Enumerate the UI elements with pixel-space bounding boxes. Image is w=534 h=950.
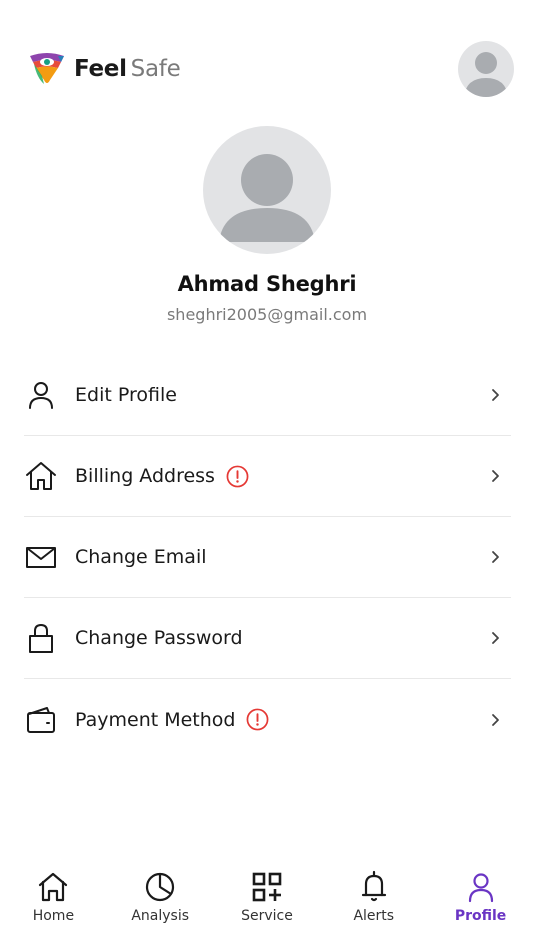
menu-item-edit-profile[interactable]: Edit Profile: [24, 355, 511, 436]
menu-item-label: Billing Address: [75, 465, 215, 487]
nav-item-service[interactable]: Service: [214, 858, 321, 950]
menu-item-payment-method[interactable]: Payment Method: [24, 679, 511, 760]
avatar-placeholder-icon: [219, 154, 315, 242]
avatar-placeholder-icon: [464, 52, 508, 97]
brand-primary-text: Feel: [74, 56, 127, 82]
nav-label: Analysis: [131, 908, 190, 924]
nav-item-alerts[interactable]: Alerts: [320, 858, 427, 950]
nav-label: Home: [32, 908, 75, 924]
warning-icon: [247, 708, 269, 731]
profile-email: sheghri2005@gmail.com: [166, 305, 368, 324]
nav-label: Profile: [454, 908, 507, 924]
profile-name: Ahmad Sheghri: [177, 272, 357, 296]
nav-item-analysis[interactable]: Analysis: [107, 858, 214, 950]
nav-label: Alerts: [353, 908, 395, 924]
app-header: Feel Safe: [0, 0, 534, 140]
feelsafe-logo-icon: [30, 53, 64, 84]
lock-icon: [24, 621, 58, 655]
menu-item-label: Change Email: [75, 546, 207, 568]
app-logo[interactable]: Feel Safe: [28, 50, 181, 88]
menu-item-change-password[interactable]: Change Password: [24, 598, 511, 679]
chevron-right-icon: [492, 551, 499, 563]
menu-item-change-email[interactable]: Change Email: [24, 517, 511, 598]
bottom-nav: Home Analysis Service Alerts Profile: [0, 858, 534, 950]
bell-icon: [361, 870, 386, 902]
menu-item-label: Change Password: [75, 627, 243, 649]
home-icon: [24, 459, 58, 493]
user-icon: [24, 378, 58, 412]
pie-chart-icon: [146, 872, 175, 902]
chevron-right-icon: [492, 713, 499, 726]
nav-item-home[interactable]: Home: [0, 858, 107, 950]
mail-icon: [24, 540, 58, 574]
menu-item-billing-address[interactable]: Billing Address: [24, 436, 511, 517]
chevron-right-icon: [492, 470, 499, 482]
brand-secondary-text: Safe: [130, 56, 181, 82]
menu-item-label: Edit Profile: [75, 384, 177, 406]
menu-item-label: Payment Method: [75, 708, 236, 731]
wallet-icon: [24, 703, 58, 737]
chevron-right-icon: [492, 632, 499, 644]
user-icon: [468, 873, 493, 903]
grid-plus-icon: [252, 872, 282, 902]
warning-icon: [226, 465, 249, 487]
profile-avatar[interactable]: [203, 126, 331, 254]
chevron-right-icon: [492, 389, 499, 401]
home-icon: [39, 872, 68, 902]
profile-menu: Edit Profile Billing Address Change Emai…: [24, 355, 511, 760]
nav-label: Service: [241, 908, 293, 924]
header-avatar[interactable]: [458, 41, 514, 97]
nav-item-profile[interactable]: Profile: [427, 858, 534, 950]
